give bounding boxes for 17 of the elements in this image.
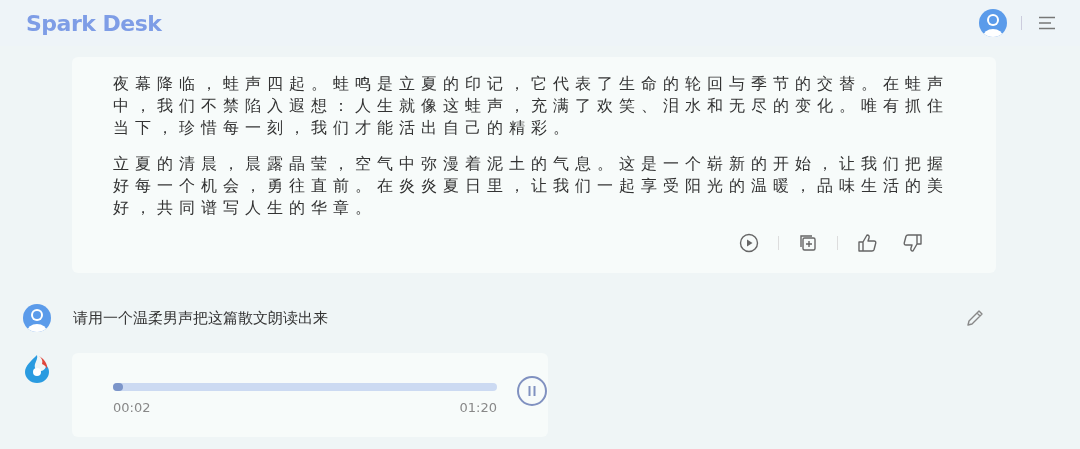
play-icon[interactable] [739,233,759,253]
answer-paragraph: 夜幕降临，蛙声四起。蛙鸣是立夏的印记，它代表了生命的轮回与季节的交替。在蛙声中，我们不禁陷入遐想：人生就像这蛙声，充满了欢笑、泪水和无尽的变化。唯有抓住当下，珍惜每一刻，我们才能活出自己的精彩。 [113,74,950,139]
avatar-icon[interactable] [23,304,51,332]
pause-button[interactable] [517,376,547,406]
duration-time: 01:20 [459,400,497,415]
logo: Spark Desk [26,10,163,36]
copy-icon[interactable] [798,233,818,253]
thumbs-up-icon[interactable] [857,233,879,253]
elapsed-time: 00:02 [113,400,151,415]
answer-paragraph: 立夏的清晨，晨露晶莹，空气中弥漫着泥土的气息。这是一个崭新的开始，让我们把握好每一个机会，勇往直前。在炎炎夏日里，让我们一起享受阳光的温暖，品味生活的美好，共同谱写人生的华章。 [113,154,950,219]
thumbs-down-icon[interactable] [901,233,923,253]
spark-logo-icon [23,353,51,383]
pause-icon [526,385,538,397]
avatar-icon[interactable] [979,9,1007,37]
user-message: 请用一个温柔男声把这篇散文朗读出来 [73,308,329,328]
menu-icon[interactable] [1038,16,1056,30]
progress-fill[interactable] [113,383,123,391]
